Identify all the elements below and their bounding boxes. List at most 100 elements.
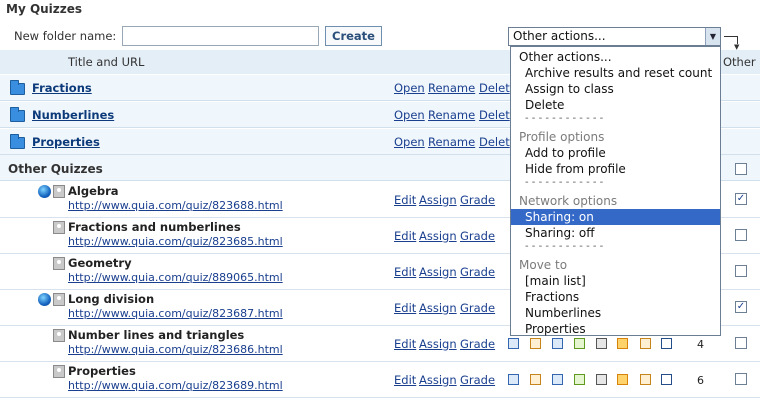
folder-rename-link[interactable]: Rename xyxy=(428,108,475,122)
folder-open-link[interactable]: Open xyxy=(394,135,425,149)
assign-link[interactable]: Assign xyxy=(419,337,457,351)
dropdown-item-sharing-on[interactable]: Sharing: on xyxy=(525,210,594,224)
column-header-title: Title and URL xyxy=(68,55,145,69)
quiz-title: Properties xyxy=(68,364,136,378)
dropdown-item-delete[interactable]: Delete xyxy=(525,98,564,112)
quiz-url-link[interactable]: http://www.quia.com/quiz/823689.html xyxy=(68,379,283,392)
new-folder-input[interactable] xyxy=(122,26,319,46)
edit-link[interactable]: Edit xyxy=(394,373,416,387)
notes-icon[interactable] xyxy=(574,338,585,349)
section-title: Other Quizzes xyxy=(8,162,103,176)
folder-link[interactable]: Properties xyxy=(32,135,100,149)
copy-icon[interactable] xyxy=(640,374,651,385)
quiz-count: 4 xyxy=(697,338,704,351)
trash-icon[interactable] xyxy=(661,374,672,385)
new-folder-label: New folder name: xyxy=(14,29,117,43)
quiz-select-checkbox[interactable] xyxy=(735,373,747,385)
folder-link[interactable]: Numberlines xyxy=(32,108,114,122)
quiz-title: Geometry xyxy=(68,256,132,270)
quiz-url-link[interactable]: http://www.quia.com/quiz/823688.html xyxy=(68,199,283,212)
pencil-icon[interactable] xyxy=(617,338,628,349)
dropdown-item-header[interactable]: Other actions... xyxy=(519,50,612,64)
quiz-url-link[interactable]: http://www.quia.com/quiz/823685.html xyxy=(68,235,283,248)
other-actions-dropdown: Other actions... Archive results and res… xyxy=(510,46,721,336)
edit-link[interactable]: Edit xyxy=(394,229,416,243)
document-icon[interactable] xyxy=(530,338,541,349)
folder-delete-link[interactable]: Delet xyxy=(479,108,510,122)
folder-rename-link[interactable]: Rename xyxy=(428,135,475,149)
edit-link[interactable]: Edit xyxy=(394,265,416,279)
page-title: My Quizzes xyxy=(6,2,83,16)
person-icon xyxy=(53,293,65,306)
assign-link[interactable]: Assign xyxy=(419,301,457,315)
quiz-count: 6 xyxy=(697,374,704,387)
folder-delete-link[interactable]: Delet xyxy=(479,135,510,149)
quiz-select-checkbox[interactable] xyxy=(735,337,747,349)
grade-link[interactable]: Grade xyxy=(460,229,495,243)
dropdown-separator: - - - - - - - - - - - - xyxy=(525,241,604,252)
person-icon xyxy=(53,329,65,342)
quiz-select-checkbox[interactable]: ✓ xyxy=(735,193,747,205)
quiz-url-link[interactable]: http://www.quia.com/quiz/889065.html xyxy=(68,271,283,284)
pencil-icon[interactable] xyxy=(617,374,628,385)
other-actions-selected-label: Other actions... xyxy=(513,29,606,43)
dropdown-item-fractions[interactable]: Fractions xyxy=(525,290,579,304)
person-icon xyxy=(53,257,65,270)
document-icon[interactable] xyxy=(530,374,541,385)
dropdown-item-sharing-off[interactable]: Sharing: off xyxy=(525,226,595,240)
edit-link[interactable]: Edit xyxy=(394,301,416,315)
dropdown-group-move: Move to xyxy=(519,258,568,272)
folder-open-link[interactable]: Open xyxy=(394,108,425,122)
person-icon xyxy=(53,185,65,198)
quiz-title: Fractions and numberlines xyxy=(68,220,241,234)
dropdown-item-assign[interactable]: Assign to class xyxy=(525,82,614,96)
quiz-title: Number lines and triangles xyxy=(68,328,245,342)
edit-link[interactable]: Edit xyxy=(394,193,416,207)
person-icon xyxy=(53,221,65,234)
monitor-icon[interactable] xyxy=(508,374,519,385)
dropdown-group-network: Network options xyxy=(519,194,618,208)
copy-icon[interactable] xyxy=(640,338,651,349)
grade-link[interactable]: Grade xyxy=(460,337,495,351)
monitor-icon[interactable] xyxy=(508,338,519,349)
quiz-select-checkbox[interactable]: ✓ xyxy=(735,301,747,313)
quiz-title: Long division xyxy=(68,292,155,306)
dropdown-group-profile: Profile options xyxy=(519,130,605,144)
dropdown-item-properties[interactable]: Properties xyxy=(525,322,586,336)
grade-link[interactable]: Grade xyxy=(460,301,495,315)
grade-link[interactable]: Grade xyxy=(460,265,495,279)
dropdown-item-numberlines[interactable]: Numberlines xyxy=(525,306,601,320)
printer-icon[interactable] xyxy=(596,374,607,385)
quiz-select-checkbox[interactable] xyxy=(735,229,747,241)
create-folder-button[interactable]: Create xyxy=(325,26,382,46)
chevron-down-icon[interactable]: ▼ xyxy=(705,28,720,45)
other-actions-select[interactable]: Other actions... ▼ xyxy=(508,27,721,46)
quiz-url-link[interactable]: http://www.quia.com/quiz/823687.html xyxy=(68,307,283,320)
grade-link[interactable]: Grade xyxy=(460,373,495,387)
column-header-other: Other xyxy=(723,55,756,69)
edit-link[interactable]: Edit xyxy=(394,337,416,351)
assign-link[interactable]: Assign xyxy=(419,193,457,207)
envelope-icon[interactable] xyxy=(552,338,563,349)
person-icon xyxy=(53,365,65,378)
quiz-select-checkbox[interactable] xyxy=(735,265,747,277)
assign-link[interactable]: Assign xyxy=(419,229,457,243)
folder-icon xyxy=(10,107,25,122)
folder-open-link[interactable]: Open xyxy=(394,81,425,95)
dropdown-item-add-to-profile[interactable]: Add to profile xyxy=(525,146,606,160)
assign-link[interactable]: Assign xyxy=(419,373,457,387)
notes-icon[interactable] xyxy=(574,374,585,385)
printer-icon[interactable] xyxy=(596,338,607,349)
envelope-icon[interactable] xyxy=(552,374,563,385)
quiz-url-link[interactable]: http://www.quia.com/quiz/823686.html xyxy=(68,343,283,356)
folder-rename-link[interactable]: Rename xyxy=(428,81,475,95)
dropdown-item-main-list[interactable]: [main list] xyxy=(525,274,586,288)
trash-icon[interactable] xyxy=(661,338,672,349)
folder-link[interactable]: Fractions xyxy=(32,81,92,95)
dropdown-item-hide-from-profile[interactable]: Hide from profile xyxy=(525,162,626,176)
grade-link[interactable]: Grade xyxy=(460,193,495,207)
dropdown-item-archive[interactable]: Archive results and reset count xyxy=(525,66,712,80)
assign-link[interactable]: Assign xyxy=(419,265,457,279)
section-select-checkbox[interactable] xyxy=(735,163,747,175)
folder-delete-link[interactable]: Delet xyxy=(479,81,510,95)
